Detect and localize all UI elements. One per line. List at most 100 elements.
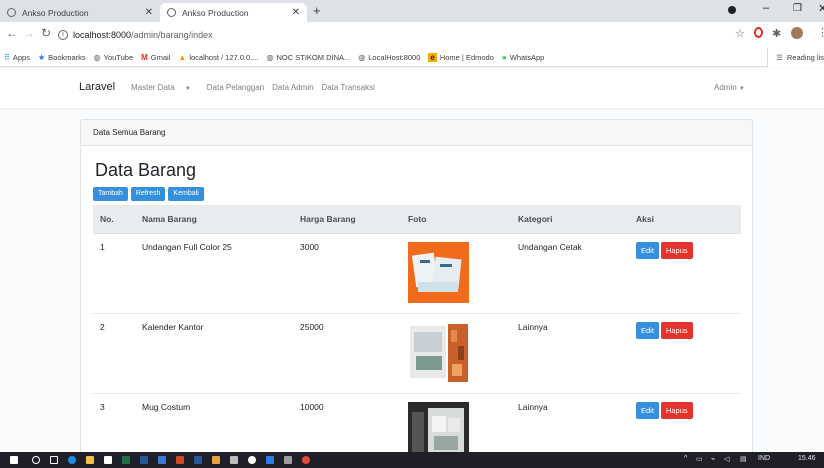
new-tab-button[interactable]: +: [313, 3, 321, 18]
app-icon[interactable]: [212, 456, 220, 464]
app-icon[interactable]: [194, 456, 202, 464]
bookmark-youtube[interactable]: ◍ YouTube: [94, 53, 133, 62]
nav-master-data[interactable]: Master Data ▼: [131, 83, 199, 92]
task-view-icon[interactable]: [50, 456, 58, 464]
close-tab-icon[interactable]: ✕: [145, 7, 153, 18]
nav-data-admin[interactable]: Data Admin: [272, 83, 313, 92]
gmail-icon: M: [141, 52, 148, 62]
address-bar[interactable]: i localhost:8000/admin/barang/index: [58, 25, 748, 44]
cell-kategori: Undangan Cetak: [511, 232, 629, 313]
reading-list[interactable]: ☰ Reading lis: [767, 48, 824, 67]
opera-extension-icon[interactable]: [754, 27, 763, 38]
language-indicator[interactable]: IND: [758, 455, 770, 462]
globe-icon: [7, 8, 16, 17]
star-icon: ★: [37, 52, 46, 62]
network-icon[interactable]: ⌁: [711, 455, 715, 463]
edge-icon[interactable]: [68, 456, 76, 464]
tray-chevron-icon[interactable]: ^: [684, 455, 687, 462]
clock[interactable]: 15.46: [798, 455, 816, 462]
app-icon[interactable]: [158, 456, 166, 464]
bookmark-bookmarks[interactable]: ★ Bookmarks: [38, 53, 86, 62]
tambah-button[interactable]: Tambah: [93, 187, 128, 201]
extensions-puzzle-icon[interactable]: ✱: [772, 27, 781, 40]
reading-list-icon: ☰: [776, 53, 783, 62]
column-header: Foto: [401, 205, 511, 234]
column-header: Harga Barang: [293, 205, 401, 234]
data-card: Data Semua Barang Data Barang Tambah Ref…: [80, 119, 753, 464]
bookmark-localhost-phpmyadmin[interactable]: ▲ localhost / 127.0.0....: [178, 53, 258, 62]
bookmark-apps[interactable]: ⠿ Apps: [4, 53, 30, 62]
whatsapp-icon: ●: [501, 52, 507, 62]
search-icon[interactable]: [32, 456, 40, 464]
nav-data-transaksi[interactable]: Data Transaksi: [322, 83, 375, 92]
hapus-button[interactable]: Hapus: [660, 241, 693, 259]
cell-kategori: Lainnya: [511, 312, 629, 393]
cell-nama: Kalender Kantor: [135, 312, 293, 393]
browser-tab-active[interactable]: Ankso Production ✕: [160, 3, 307, 22]
cell-aksi: Edit Hapus: [629, 312, 741, 393]
info-icon[interactable]: i: [58, 29, 68, 40]
battery-icon[interactable]: ▭: [696, 455, 703, 463]
page-title: Data Barang: [95, 160, 197, 180]
edit-button[interactable]: Edit: [636, 401, 659, 419]
edit-button[interactable]: Edit: [636, 241, 659, 259]
reload-icon[interactable]: ↻: [41, 26, 51, 40]
store-icon[interactable]: [104, 456, 112, 464]
kembali-button[interactable]: Kembali: [168, 187, 204, 201]
close-window-button[interactable]: ✕: [818, 2, 824, 15]
nav-data-pelanggan[interactable]: Data Pelanggan: [207, 83, 264, 92]
powerpoint-icon[interactable]: [176, 456, 184, 464]
navbar-menu: Master Data ▼ Data Pelanggan Data Admin …: [131, 83, 383, 92]
maximize-button[interactable]: ❐: [793, 3, 802, 14]
windows-start-icon[interactable]: [10, 456, 18, 464]
bookmark-star-icon[interactable]: ☆: [735, 27, 745, 40]
minimize-button[interactable]: –: [763, 2, 769, 14]
bookmark-edmodo[interactable]: e Home | Edmodo: [428, 52, 494, 62]
browser-menu-icon[interactable]: ⋮: [817, 26, 824, 39]
app-icon[interactable]: [284, 456, 292, 464]
globe-icon: [167, 8, 176, 17]
table-header-row: No. Nama Barang Harga Barang Foto Katego…: [93, 205, 741, 234]
app-icon[interactable]: [248, 456, 256, 464]
excel-icon[interactable]: [122, 456, 130, 464]
user-dropdown[interactable]: Admin ▼: [714, 83, 745, 92]
windows-taskbar: ^ ▭ ⌁ ◁ ▤ IND 15.46: [0, 452, 824, 468]
edit-button[interactable]: Edit: [636, 321, 659, 339]
invitation-cards-photo: [408, 241, 469, 303]
keyboard-icon[interactable]: ▤: [740, 455, 747, 463]
cell-no: 2: [93, 312, 135, 393]
vscode-icon[interactable]: [266, 456, 274, 464]
word-icon[interactable]: [140, 456, 148, 464]
phpmyadmin-icon: ▲: [178, 52, 187, 62]
chrome-icon[interactable]: [302, 456, 310, 464]
table-row: 1 Undangan Full Color 25 3000 Undangan C…: [93, 232, 741, 313]
volume-icon[interactable]: ◁: [724, 455, 729, 463]
browser-tab[interactable]: Ankso Production ✕: [0, 3, 160, 22]
navbar-brand[interactable]: Laravel: [79, 81, 115, 93]
cell-harga: 3000: [293, 232, 401, 313]
bookmark-noc-stikom[interactable]: ◍ NOC STIKOM DINA...: [267, 53, 351, 62]
profile-avatar[interactable]: [791, 27, 803, 39]
barang-table: No. Nama Barang Harga Barang Foto Katego…: [93, 205, 741, 463]
card-header: Data Semua Barang: [81, 120, 752, 146]
hapus-button[interactable]: Hapus: [660, 321, 693, 339]
bookmark-localhost-8000[interactable]: ◍ LocalHost:8000: [358, 53, 420, 62]
column-header: Aksi: [629, 205, 741, 234]
globe-icon: ◍: [266, 52, 274, 62]
column-header: Kategori: [511, 205, 629, 234]
file-explorer-icon[interactable]: [86, 456, 94, 464]
globe-icon: ◍: [93, 52, 101, 62]
bookmark-whatsapp[interactable]: ● WhatsApp: [502, 53, 544, 62]
desk-calendar-photo: [408, 321, 469, 383]
refresh-button[interactable]: Refresh: [130, 187, 166, 201]
forward-arrow-icon[interactable]: →: [23, 26, 35, 40]
hapus-button[interactable]: Hapus: [660, 401, 693, 419]
record-icon[interactable]: [728, 6, 736, 14]
back-arrow-icon[interactable]: ←: [6, 26, 18, 40]
bookmark-gmail[interactable]: M Gmail: [141, 53, 170, 62]
cell-aksi: Edit Hapus: [629, 232, 741, 313]
caret-down-icon: ▼: [738, 86, 745, 92]
close-tab-icon[interactable]: ✕: [292, 7, 300, 18]
column-header: No.: [93, 205, 135, 234]
app-icon[interactable]: [230, 456, 238, 464]
